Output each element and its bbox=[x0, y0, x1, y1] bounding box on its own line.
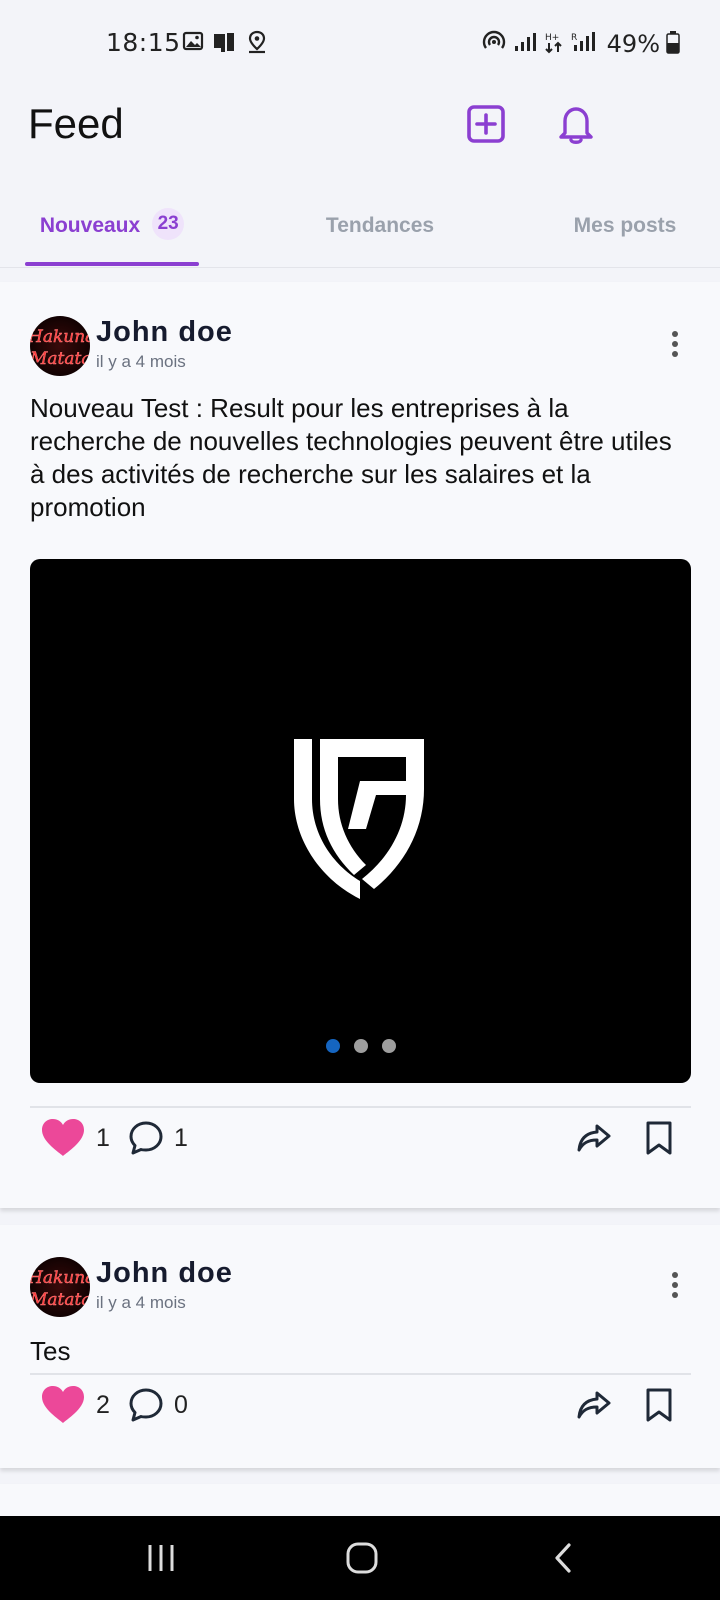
heart-icon bbox=[42, 1119, 84, 1156]
comment-button[interactable]: 1 bbox=[128, 1120, 188, 1156]
avatar[interactable]: Hakuna Matata bbox=[30, 1257, 90, 1317]
post-time: il y a 4 mois bbox=[96, 352, 186, 371]
recent-apps-icon bbox=[148, 1545, 174, 1571]
status-bar: 18:15 H+ R 49% bbox=[0, 0, 720, 88]
more-vertical-icon bbox=[672, 1272, 678, 1298]
heart-icon bbox=[42, 1386, 84, 1423]
post-text: Tes bbox=[30, 1336, 71, 1366]
svg-text:Hakuna: Hakuna bbox=[30, 1268, 90, 1288]
notifications-button[interactable] bbox=[554, 102, 598, 146]
active-tab-indicator bbox=[25, 262, 199, 266]
home-button[interactable] bbox=[337, 1538, 387, 1578]
app-header: Feed bbox=[0, 88, 720, 178]
battery-percent: 49% bbox=[606, 30, 660, 58]
carousel-indicator bbox=[30, 1039, 691, 1053]
tab-label: Nouveaux bbox=[39, 214, 141, 237]
tab-tendances[interactable]: Tendances bbox=[300, 186, 460, 266]
post-card: Hakuna Matata John doe il y a 4 mois Nou… bbox=[0, 282, 720, 1208]
tab-label: Mes posts bbox=[573, 214, 677, 237]
svg-text:H+: H+ bbox=[545, 33, 559, 43]
post-menu-button[interactable] bbox=[660, 1265, 690, 1305]
signal-icon bbox=[513, 31, 537, 57]
comment-count: 0 bbox=[174, 1390, 188, 1419]
comment-button[interactable]: 0 bbox=[128, 1387, 188, 1423]
more-vertical-icon bbox=[672, 331, 678, 357]
feed-list[interactable]: Hakuna Matata John doe il y a 4 mois Nou… bbox=[0, 270, 720, 1516]
like-count: 2 bbox=[96, 1390, 110, 1419]
post-media-carousel[interactable] bbox=[30, 559, 691, 1083]
like-button[interactable]: 2 bbox=[40, 1385, 110, 1425]
location-icon bbox=[246, 30, 268, 58]
bookmark-button[interactable] bbox=[644, 1387, 674, 1423]
post-author[interactable]: John doe bbox=[96, 316, 233, 349]
carousel-dot[interactable] bbox=[325, 1039, 340, 1053]
divider bbox=[30, 1373, 691, 1375]
page-title: Feed bbox=[28, 100, 124, 147]
hotspot-icon bbox=[481, 30, 507, 58]
system-nav-bar bbox=[0, 1516, 720, 1600]
like-button[interactable]: 1 bbox=[40, 1118, 110, 1158]
bell-icon bbox=[559, 107, 593, 144]
bookmark-icon bbox=[646, 1121, 672, 1155]
comment-icon bbox=[129, 1121, 163, 1155]
add-post-button[interactable] bbox=[464, 102, 508, 146]
share-icon bbox=[577, 1124, 611, 1152]
back-icon bbox=[555, 1543, 571, 1573]
back-button[interactable] bbox=[538, 1538, 588, 1578]
comment-icon bbox=[129, 1388, 163, 1422]
tab-label: Tendances bbox=[325, 214, 435, 237]
carousel-dot[interactable] bbox=[381, 1039, 396, 1053]
add-post-icon bbox=[467, 105, 505, 143]
brand-logo-image bbox=[294, 739, 424, 899]
share-icon bbox=[577, 1391, 611, 1419]
post-card: Hakuna Matata John doe il y a 4 mois Tes… bbox=[0, 1225, 720, 1468]
post-time: il y a 4 mois bbox=[96, 1293, 186, 1312]
divider bbox=[30, 1106, 691, 1108]
bookmark-button[interactable] bbox=[644, 1120, 674, 1156]
svg-text:Matata: Matata bbox=[30, 1290, 90, 1310]
status-icons-left bbox=[182, 30, 268, 58]
share-button[interactable] bbox=[576, 1389, 612, 1421]
gallery-icon bbox=[182, 30, 204, 58]
data-icon: H+ bbox=[543, 30, 565, 58]
battery-icon bbox=[666, 30, 680, 58]
status-icons-right: H+ R 49% bbox=[481, 30, 680, 58]
post-author[interactable]: John doe bbox=[96, 1257, 233, 1290]
comment-count: 1 bbox=[174, 1123, 188, 1152]
carousel-dot[interactable] bbox=[353, 1039, 368, 1053]
recent-apps-button[interactable] bbox=[136, 1538, 186, 1578]
share-button[interactable] bbox=[576, 1122, 612, 1154]
status-time: 18:15 bbox=[106, 28, 181, 57]
post-text: Nouveau Test : Result pour les entrepris… bbox=[30, 393, 672, 522]
bookmark-icon bbox=[646, 1388, 672, 1422]
svg-text:Hakuna: Hakuna bbox=[30, 327, 90, 347]
avatar[interactable]: Hakuna Matata bbox=[30, 316, 90, 376]
svg-text:Matata: Matata bbox=[30, 349, 90, 369]
post-menu-button[interactable] bbox=[660, 324, 690, 364]
tab-nouveaux[interactable]: Nouveaux 23 bbox=[25, 186, 199, 266]
feed-tabs: Nouveaux 23 Tendances Mes posts bbox=[0, 186, 720, 268]
signal-roaming-icon: R bbox=[571, 30, 597, 58]
home-icon bbox=[346, 1542, 378, 1574]
post-card bbox=[0, 1484, 720, 1516]
count-badge: 23 bbox=[152, 208, 185, 240]
like-count: 1 bbox=[96, 1123, 110, 1152]
svg-text:R: R bbox=[571, 33, 577, 43]
tab-mes-posts[interactable]: Mes posts bbox=[560, 186, 690, 266]
device-icon bbox=[212, 30, 238, 58]
